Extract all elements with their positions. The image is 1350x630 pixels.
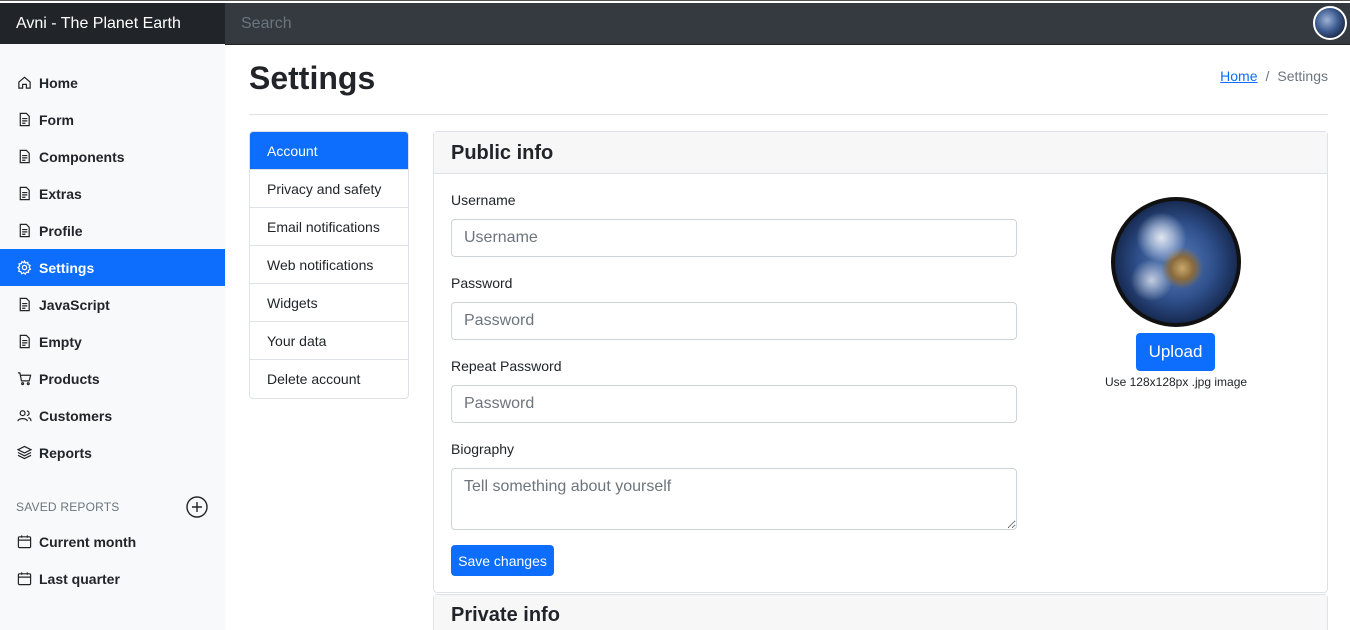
sidebar-item-label: Products bbox=[39, 370, 100, 387]
breadcrumb: Home / Settings bbox=[1220, 68, 1328, 84]
biography-textarea[interactable] bbox=[451, 468, 1017, 530]
profile-avatar bbox=[1111, 197, 1241, 327]
sidebar-item-label: Current month bbox=[39, 533, 137, 550]
public-info-heading: Public info bbox=[434, 132, 1327, 174]
top-navbar: Avni - The Planet Earth bbox=[0, 0, 1350, 44]
private-info-card: Private info bbox=[433, 594, 1328, 630]
upload-button[interactable]: Upload bbox=[1136, 333, 1215, 371]
repeat-password-input[interactable] bbox=[451, 385, 1017, 423]
save-changes-button[interactable]: Save changes bbox=[451, 545, 554, 576]
settings-nav-delete-account[interactable]: Delete account bbox=[250, 360, 408, 398]
sidebar-item-extras[interactable]: Extras bbox=[0, 175, 225, 212]
sidebar-item-home[interactable]: Home bbox=[0, 64, 225, 101]
sidebar-item-label: Settings bbox=[39, 259, 95, 276]
layers-icon bbox=[16, 445, 32, 461]
cart-icon bbox=[16, 371, 32, 387]
file-icon bbox=[16, 334, 32, 350]
biography-label: Biography bbox=[451, 441, 515, 457]
settings-nav-account[interactable]: Account bbox=[250, 132, 408, 170]
user-avatar[interactable] bbox=[1313, 6, 1347, 40]
sidebar-item-label: Components bbox=[39, 148, 125, 165]
sidebar-item-label: Home bbox=[39, 74, 78, 91]
sidebar-item-label: Customers bbox=[39, 407, 113, 424]
password-input[interactable] bbox=[451, 302, 1017, 340]
settings-nav-web-notifications[interactable]: Web notifications bbox=[250, 246, 408, 284]
gear-icon bbox=[16, 260, 32, 276]
search-input[interactable] bbox=[225, 3, 1305, 44]
calendar-icon bbox=[16, 571, 32, 587]
sidebar-item-last-quarter[interactable]: Last quarter bbox=[0, 560, 225, 597]
sidebar: Home Form Components Extras Profile Sett… bbox=[0, 44, 225, 630]
sidebar-item-label: Profile bbox=[39, 222, 83, 239]
users-icon bbox=[16, 408, 32, 424]
breadcrumb-current: Settings bbox=[1277, 68, 1328, 84]
sidebar-item-products[interactable]: Products bbox=[0, 360, 225, 397]
sidebar-item-form[interactable]: Form bbox=[0, 101, 225, 138]
file-icon bbox=[16, 297, 32, 313]
sidebar-item-label: Reports bbox=[39, 444, 92, 461]
settings-nav-email-notifications[interactable]: Email notifications bbox=[250, 208, 408, 246]
page-title: Settings bbox=[249, 60, 376, 96]
sidebar-item-settings[interactable]: Settings bbox=[0, 249, 225, 286]
settings-nav-privacy[interactable]: Privacy and safety bbox=[250, 170, 408, 208]
settings-nav-widgets[interactable]: Widgets bbox=[250, 284, 408, 322]
public-info-card: Public info Username Password Repeat Pas… bbox=[433, 131, 1328, 593]
sidebar-item-current-month[interactable]: Current month bbox=[0, 523, 225, 560]
sidebar-item-label: Extras bbox=[39, 185, 82, 202]
sidebar-item-customers[interactable]: Customers bbox=[0, 397, 225, 434]
sidebar-item-javascript[interactable]: JavaScript bbox=[0, 286, 225, 323]
sidebar-item-reports[interactable]: Reports bbox=[0, 434, 225, 471]
file-icon bbox=[16, 112, 32, 128]
sidebar-item-components[interactable]: Components bbox=[0, 138, 225, 175]
file-icon bbox=[16, 223, 32, 239]
username-input[interactable] bbox=[451, 219, 1017, 257]
file-icon bbox=[16, 186, 32, 202]
sidebar-item-label: Form bbox=[39, 111, 74, 128]
sidebar-item-empty[interactable]: Empty bbox=[0, 323, 225, 360]
sidebar-item-label: Empty bbox=[39, 333, 82, 350]
breadcrumb-separator: / bbox=[1265, 68, 1270, 84]
home-icon bbox=[16, 75, 32, 91]
saved-reports-heading: SAVED REPORTS bbox=[16, 500, 120, 514]
add-report-icon[interactable] bbox=[186, 496, 208, 518]
file-icon bbox=[16, 149, 32, 165]
password-label: Password bbox=[451, 275, 513, 291]
divider bbox=[249, 114, 1328, 115]
calendar-icon bbox=[16, 534, 32, 550]
username-label: Username bbox=[451, 192, 516, 208]
upload-hint: Use 128x128px .jpg image bbox=[1104, 375, 1248, 389]
settings-nav-your-data[interactable]: Your data bbox=[250, 322, 408, 360]
settings-nav: Account Privacy and safety Email notific… bbox=[249, 131, 409, 399]
breadcrumb-home-link[interactable]: Home bbox=[1220, 68, 1257, 84]
private-info-heading: Private info bbox=[434, 595, 1327, 630]
sidebar-item-profile[interactable]: Profile bbox=[0, 212, 225, 249]
sidebar-item-label: Last quarter bbox=[39, 570, 120, 587]
repeat-password-label: Repeat Password bbox=[451, 358, 562, 374]
sidebar-item-label: JavaScript bbox=[39, 296, 110, 313]
app-brand[interactable]: Avni - The Planet Earth bbox=[0, 3, 225, 44]
